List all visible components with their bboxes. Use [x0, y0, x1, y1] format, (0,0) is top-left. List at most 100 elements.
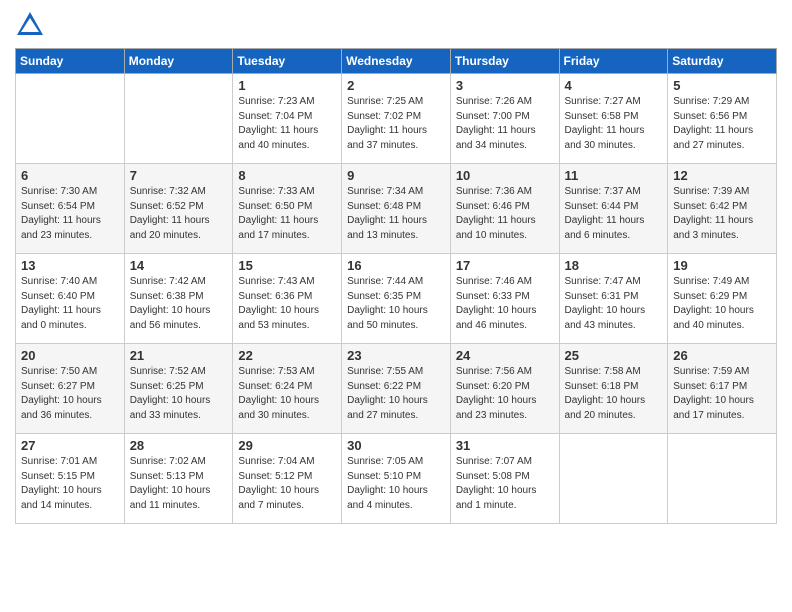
- day-number: 22: [238, 348, 336, 363]
- day-number: 25: [565, 348, 663, 363]
- day-info: Sunrise: 7:07 AM Sunset: 5:08 PM Dayligh…: [456, 455, 554, 513]
- week-row: 27 Sunrise: 7:01 AM Sunset: 5:15 PM Dayli…: [16, 434, 777, 524]
- calendar-cell: 27 Sunrise: 7:01 AM Sunset: 5:15 PM Dayli…: [16, 434, 125, 524]
- calendar-table: SundayMondayTuesdayWednesdayThursdayFrid…: [15, 48, 777, 524]
- calendar-cell: 15 Sunrise: 7:43 AM Sunset: 6:36 PM Dayli…: [233, 254, 342, 344]
- calendar-cell: 4 Sunrise: 7:27 AM Sunset: 6:58 PM Daylig…: [559, 74, 668, 164]
- col-header-sunday: Sunday: [16, 49, 125, 74]
- calendar-cell: 13Sunrise: 7:40 AM Sunset: 6:40 PM Dayli…: [16, 254, 125, 344]
- day-info: Sunrise: 7:23 AM Sunset: 7:04 PM Dayligh…: [238, 95, 336, 153]
- calendar-cell: 18 Sunrise: 7:47 AM Sunset: 6:31 PM Dayli…: [559, 254, 668, 344]
- calendar-cell: 3 Sunrise: 7:26 AM Sunset: 7:00 PM Daylig…: [450, 74, 559, 164]
- day-info: Sunrise: 7:40 AM Sunset: 6:40 PM Dayligh…: [21, 275, 119, 333]
- day-number: 11: [565, 168, 663, 183]
- day-number: 10: [456, 168, 554, 183]
- day-info: Sunrise: 7:37 AM Sunset: 6:44 PM Dayligh…: [565, 185, 663, 243]
- calendar-cell: 29 Sunrise: 7:04 AM Sunset: 5:12 PM Dayli…: [233, 434, 342, 524]
- day-info: Sunrise: 7:58 AM Sunset: 6:18 PM Dayligh…: [565, 365, 663, 423]
- calendar-cell: 9 Sunrise: 7:34 AM Sunset: 6:48 PM Daylig…: [342, 164, 451, 254]
- calendar-cell: 17Sunrise: 7:46 AM Sunset: 6:33 PM Dayli…: [450, 254, 559, 344]
- calendar-cell: [16, 74, 125, 164]
- calendar-cell: 20 Sunrise: 7:50 AM Sunset: 6:27 PM Dayli…: [16, 344, 125, 434]
- day-number: 29: [238, 438, 336, 453]
- calendar-cell: 12 Sunrise: 7:39 AM Sunset: 6:42 PM Dayli…: [668, 164, 777, 254]
- day-number: 3: [456, 78, 554, 93]
- day-info: Sunrise: 7:33 AM Sunset: 6:50 PM Dayligh…: [238, 185, 336, 243]
- calendar-cell: 11 Sunrise: 7:37 AM Sunset: 6:44 PM Dayli…: [559, 164, 668, 254]
- col-header-monday: Monday: [124, 49, 233, 74]
- day-info: Sunrise: 7:46 AM Sunset: 6:33 PM Dayligh…: [456, 275, 554, 333]
- day-number: 8: [238, 168, 336, 183]
- day-number: 28: [130, 438, 228, 453]
- day-number: 5: [673, 78, 771, 93]
- day-number: 21: [130, 348, 228, 363]
- day-info: Sunrise: 7:26 AM Sunset: 7:00 PM Dayligh…: [456, 95, 554, 153]
- day-number: 24: [456, 348, 554, 363]
- day-info: Sunrise: 7:56 AM Sunset: 6:20 PM Dayligh…: [456, 365, 554, 423]
- day-info: Sunrise: 7:59 AM Sunset: 6:17 PM Dayligh…: [673, 365, 771, 423]
- week-row: 1 Sunrise: 7:23 AM Sunset: 7:04 PM Daylig…: [16, 74, 777, 164]
- day-info: Sunrise: 7:52 AM Sunset: 6:25 PM Dayligh…: [130, 365, 228, 423]
- day-info: Sunrise: 7:04 AM Sunset: 5:12 PM Dayligh…: [238, 455, 336, 513]
- week-row: 20 Sunrise: 7:50 AM Sunset: 6:27 PM Dayli…: [16, 344, 777, 434]
- col-header-friday: Friday: [559, 49, 668, 74]
- calendar-cell: [559, 434, 668, 524]
- page-header: [15, 10, 777, 40]
- calendar-cell: 14 Sunrise: 7:42 AM Sunset: 6:38 PM Dayli…: [124, 254, 233, 344]
- calendar-cell: 6 Sunrise: 7:30 AM Sunset: 6:54 PM Daylig…: [16, 164, 125, 254]
- day-number: 2: [347, 78, 445, 93]
- day-info: Sunrise: 7:05 AM Sunset: 5:10 PM Dayligh…: [347, 455, 445, 513]
- day-number: 27: [21, 438, 119, 453]
- col-header-tuesday: Tuesday: [233, 49, 342, 74]
- day-info: Sunrise: 7:55 AM Sunset: 6:22 PM Dayligh…: [347, 365, 445, 423]
- day-info: Sunrise: 7:25 AM Sunset: 7:02 PM Dayligh…: [347, 95, 445, 153]
- day-number: 19: [673, 258, 771, 273]
- calendar-cell: 24 Sunrise: 7:56 AM Sunset: 6:20 PM Dayli…: [450, 344, 559, 434]
- day-info: Sunrise: 7:50 AM Sunset: 6:27 PM Dayligh…: [21, 365, 119, 423]
- calendar-cell: [124, 74, 233, 164]
- header-row: SundayMondayTuesdayWednesdayThursdayFrid…: [16, 49, 777, 74]
- day-info: Sunrise: 7:34 AM Sunset: 6:48 PM Dayligh…: [347, 185, 445, 243]
- day-number: 20: [21, 348, 119, 363]
- day-number: 1: [238, 78, 336, 93]
- day-info: Sunrise: 7:27 AM Sunset: 6:58 PM Dayligh…: [565, 95, 663, 153]
- logo-icon: [15, 10, 45, 40]
- day-number: 23: [347, 348, 445, 363]
- day-number: 12: [673, 168, 771, 183]
- calendar-cell: 2 Sunrise: 7:25 AM Sunset: 7:02 PM Daylig…: [342, 74, 451, 164]
- logo: [15, 10, 51, 40]
- day-info: Sunrise: 7:47 AM Sunset: 6:31 PM Dayligh…: [565, 275, 663, 333]
- day-number: 6: [21, 168, 119, 183]
- week-row: 6 Sunrise: 7:30 AM Sunset: 6:54 PM Daylig…: [16, 164, 777, 254]
- day-info: Sunrise: 7:44 AM Sunset: 6:35 PM Dayligh…: [347, 275, 445, 333]
- day-info: Sunrise: 7:29 AM Sunset: 6:56 PM Dayligh…: [673, 95, 771, 153]
- day-number: 14: [130, 258, 228, 273]
- day-info: Sunrise: 7:36 AM Sunset: 6:46 PM Dayligh…: [456, 185, 554, 243]
- day-info: Sunrise: 7:30 AM Sunset: 6:54 PM Dayligh…: [21, 185, 119, 243]
- day-number: 30: [347, 438, 445, 453]
- calendar-cell: 1 Sunrise: 7:23 AM Sunset: 7:04 PM Daylig…: [233, 74, 342, 164]
- calendar-cell: 21 Sunrise: 7:52 AM Sunset: 6:25 PM Dayli…: [124, 344, 233, 434]
- day-number: 9: [347, 168, 445, 183]
- day-info: Sunrise: 7:02 AM Sunset: 5:13 PM Dayligh…: [130, 455, 228, 513]
- calendar-cell: 28 Sunrise: 7:02 AM Sunset: 5:13 PM Dayli…: [124, 434, 233, 524]
- calendar-cell: 25 Sunrise: 7:58 AM Sunset: 6:18 PM Dayli…: [559, 344, 668, 434]
- day-info: Sunrise: 7:42 AM Sunset: 6:38 PM Dayligh…: [130, 275, 228, 333]
- col-header-saturday: Saturday: [668, 49, 777, 74]
- day-info: Sunrise: 7:43 AM Sunset: 6:36 PM Dayligh…: [238, 275, 336, 333]
- calendar-cell: 19 Sunrise: 7:49 AM Sunset: 6:29 PM Dayli…: [668, 254, 777, 344]
- day-info: Sunrise: 7:49 AM Sunset: 6:29 PM Dayligh…: [673, 275, 771, 333]
- day-number: 16: [347, 258, 445, 273]
- day-number: 15: [238, 258, 336, 273]
- day-number: 4: [565, 78, 663, 93]
- day-info: Sunrise: 7:01 AM Sunset: 5:15 PM Dayligh…: [21, 455, 119, 513]
- calendar-cell: 23 Sunrise: 7:55 AM Sunset: 6:22 PM Dayli…: [342, 344, 451, 434]
- day-number: 31: [456, 438, 554, 453]
- calendar-cell: [668, 434, 777, 524]
- calendar-cell: 10 Sunrise: 7:36 AM Sunset: 6:46 PM Dayli…: [450, 164, 559, 254]
- day-number: 7: [130, 168, 228, 183]
- day-number: 18: [565, 258, 663, 273]
- day-info: Sunrise: 7:39 AM Sunset: 6:42 PM Dayligh…: [673, 185, 771, 243]
- col-header-wednesday: Wednesday: [342, 49, 451, 74]
- calendar-cell: 8 Sunrise: 7:33 AM Sunset: 6:50 PM Daylig…: [233, 164, 342, 254]
